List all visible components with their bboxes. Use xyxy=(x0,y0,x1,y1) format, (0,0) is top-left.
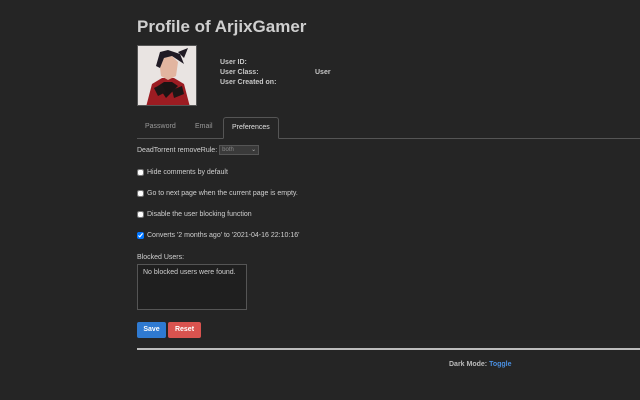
convert-dates-option[interactable]: Converts '2 months ago' to '2021-04-16 2… xyxy=(137,232,299,239)
disable-blocking-option[interactable]: Disable the user blocking function xyxy=(137,211,252,218)
next-page-option[interactable]: Go to next page when the current page is… xyxy=(137,190,298,197)
dark-mode-toggle-link[interactable]: Toggle xyxy=(489,361,511,368)
user-id-row: User ID: xyxy=(220,58,360,68)
user-created-label: User Created on: xyxy=(220,79,277,86)
dead-torrent-setting: DeadTorrent removeRule: both ⌄ xyxy=(137,145,260,155)
user-created-row: User Created on: xyxy=(220,78,360,88)
divider xyxy=(137,348,640,350)
dead-torrent-select[interactable]: both ⌄ xyxy=(219,145,260,155)
user-info: User ID: User Class: User User Created o… xyxy=(220,58,360,88)
hide-comments-option[interactable]: Hide comments by default xyxy=(137,169,228,176)
hide-comments-checkbox[interactable] xyxy=(137,169,144,176)
blocked-users-empty-text: No blocked users were found. xyxy=(143,269,236,276)
convert-dates-checkbox[interactable] xyxy=(137,232,144,239)
hide-comments-label: Hide comments by default xyxy=(147,169,228,176)
tab-preferences[interactable]: Preferences xyxy=(223,117,279,139)
footer-dark-mode: Dark Mode: Toggle xyxy=(449,361,512,368)
dead-torrent-label: DeadTorrent removeRule: xyxy=(137,146,218,154)
tab-password[interactable]: Password xyxy=(137,117,184,137)
chevron-down-icon: ⌄ xyxy=(251,147,257,153)
blocked-users-list[interactable]: No blocked users were found. xyxy=(137,264,247,310)
next-page-label: Go to next page when the current page is… xyxy=(147,190,298,197)
page-title: Profile of ArjixGamer xyxy=(137,17,307,36)
user-class-label: User Class: xyxy=(220,69,259,76)
blocked-users-label: Blocked Users: xyxy=(137,254,185,261)
disable-blocking-checkbox[interactable] xyxy=(137,211,144,218)
user-id-label: User ID: xyxy=(220,59,247,66)
tab-email[interactable]: Email xyxy=(187,117,221,137)
user-class-row: User Class: User xyxy=(220,68,360,78)
user-avatar xyxy=(137,45,197,106)
save-button[interactable]: Save xyxy=(137,322,166,338)
dead-torrent-select-value: both xyxy=(222,147,234,153)
user-class-value: User xyxy=(315,69,331,76)
reset-button[interactable]: Reset xyxy=(168,322,201,338)
dark-mode-label: Dark Mode: xyxy=(449,361,488,368)
next-page-checkbox[interactable] xyxy=(137,190,144,197)
anime-character-avatar-icon xyxy=(138,46,196,105)
disable-blocking-label: Disable the user blocking function xyxy=(147,211,252,218)
convert-dates-label: Converts '2 months ago' to '2021-04-16 2… xyxy=(147,232,300,239)
profile-tabs: Password Email Preferences xyxy=(137,117,640,139)
